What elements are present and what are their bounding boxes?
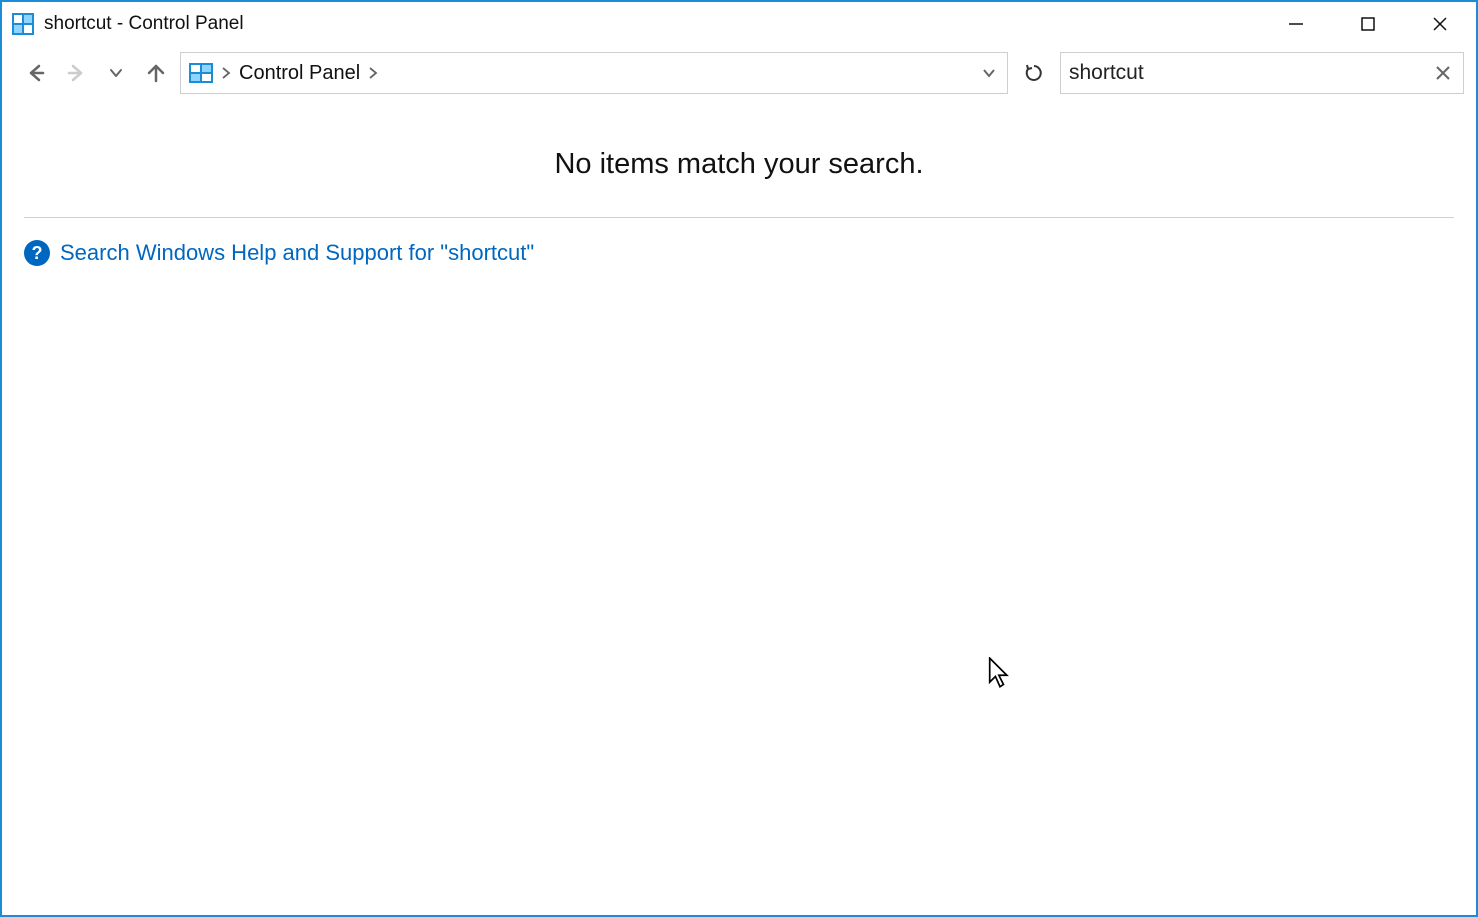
search-help-link[interactable]: Search Windows Help and Support for "sho… [60, 240, 534, 266]
window-title: shortcut - Control Panel [44, 13, 244, 35]
recent-locations-button[interactable] [100, 57, 132, 89]
refresh-button[interactable] [1016, 52, 1052, 94]
content-area: No items match your search. ? Search Win… [2, 100, 1476, 915]
minimize-button[interactable] [1260, 2, 1332, 46]
help-icon: ? [24, 240, 50, 266]
close-button[interactable] [1404, 2, 1476, 46]
forward-button[interactable] [60, 57, 92, 89]
window-frame: shortcut - Control Panel [0, 0, 1478, 917]
address-bar[interactable]: Control Panel [180, 52, 1008, 94]
search-input[interactable] [1069, 61, 1431, 85]
address-dropdown-button[interactable] [977, 66, 1001, 80]
up-button[interactable] [140, 57, 172, 89]
no-results-message: No items match your search. [24, 100, 1454, 217]
help-row: ? Search Windows Help and Support for "s… [24, 236, 1454, 270]
chevron-right-icon[interactable] [219, 66, 233, 80]
window-controls [1260, 2, 1476, 46]
maximize-button[interactable] [1332, 2, 1404, 46]
chevron-right-icon[interactable] [366, 66, 380, 80]
control-panel-icon [12, 13, 34, 35]
divider [24, 217, 1454, 218]
control-panel-icon [189, 63, 213, 83]
titlebar: shortcut - Control Panel [2, 2, 1476, 46]
navigation-toolbar: Control Panel [2, 46, 1476, 100]
back-button[interactable] [20, 57, 52, 89]
search-box[interactable] [1060, 52, 1464, 94]
clear-search-button[interactable] [1431, 65, 1455, 81]
breadcrumb-control-panel[interactable]: Control Panel [233, 62, 366, 85]
